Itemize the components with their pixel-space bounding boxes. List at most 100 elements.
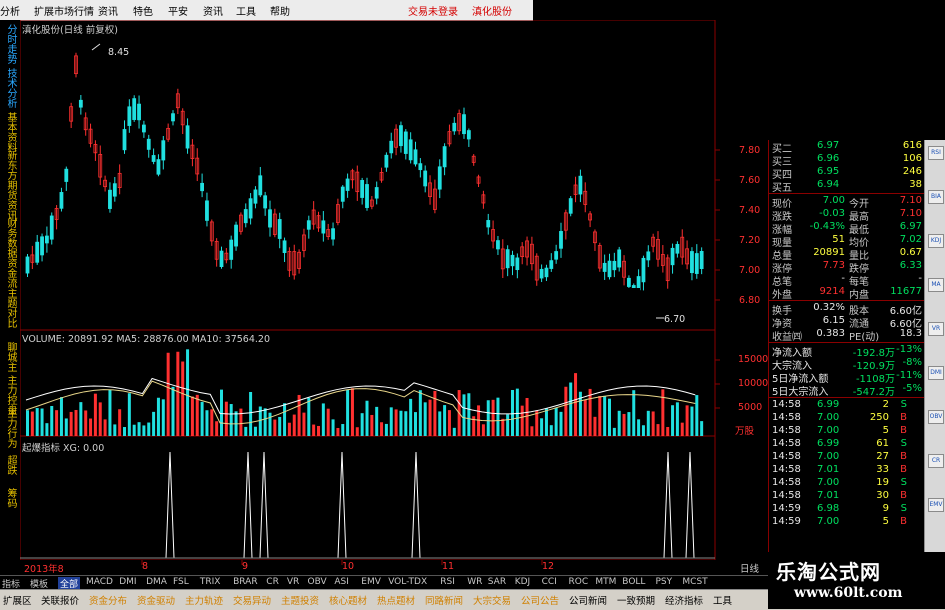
bottom-tab[interactable]: 关联报价 bbox=[41, 593, 79, 607]
bottom-tab[interactable]: 热点题材 bbox=[377, 593, 415, 607]
menu-item-info[interactable]: 资讯 bbox=[203, 3, 223, 18]
candlestick bbox=[263, 195, 268, 209]
toolbar-obv-icon[interactable]: OBV bbox=[928, 410, 944, 424]
volume-bar bbox=[520, 405, 524, 436]
menu-item-trade-login[interactable]: 交易未登录 bbox=[408, 3, 458, 18]
indicator-tab[interactable]: DMI bbox=[119, 577, 136, 587]
indicator-tab[interactable]: VR bbox=[287, 577, 299, 587]
stat-value: 6.15 bbox=[822, 315, 845, 326]
bottom-tab[interactable]: 交易异动 bbox=[233, 593, 271, 607]
volume-bar bbox=[384, 423, 388, 436]
indicator-tab[interactable]: CR bbox=[266, 577, 279, 587]
tick-price: 7.00 bbox=[817, 425, 840, 436]
left-tab-technical[interactable]: 技术分析 bbox=[4, 68, 16, 108]
indicator-tab[interactable]: ASI bbox=[334, 577, 349, 587]
bottom-tab[interactable]: 工具 bbox=[713, 593, 732, 607]
left-tab-lc[interactable]: 聊城主 bbox=[4, 342, 16, 372]
left-tab-futures[interactable]: 期货资讯 bbox=[4, 180, 16, 220]
indicator-tab[interactable]: VOL-TDX bbox=[388, 577, 427, 587]
candlestick bbox=[306, 220, 311, 230]
toolbar-vr-icon[interactable]: VR bbox=[928, 322, 944, 336]
menu-item-special[interactable]: 特色 bbox=[133, 3, 153, 18]
bottom-tab[interactable]: 公司公告 bbox=[521, 593, 559, 607]
stat-value: 7.10 bbox=[899, 195, 922, 206]
indicator-tab[interactable]: EMV bbox=[361, 577, 381, 587]
candlestick bbox=[282, 240, 287, 254]
tick-row: 14:58 7.00 250 B bbox=[769, 412, 925, 425]
bottom-tab[interactable]: 扩展区 bbox=[3, 593, 32, 607]
flow-label: 5日大宗流入 bbox=[772, 387, 829, 398]
left-tab-intraday[interactable]: 分时走势 bbox=[4, 24, 16, 64]
left-tab-financial[interactable]: 财务数据 bbox=[4, 218, 16, 258]
tick-time: 14:58 bbox=[772, 490, 801, 501]
candlestick bbox=[277, 219, 282, 239]
candlestick bbox=[59, 192, 64, 209]
toolbar-cr-icon[interactable]: CR bbox=[928, 454, 944, 468]
left-tab-new-oriental[interactable]: 新东方 bbox=[4, 150, 16, 180]
volume-bar bbox=[268, 412, 272, 436]
indicator-tab[interactable]: MCST bbox=[682, 577, 707, 587]
bottom-tab[interactable]: 大宗交易 bbox=[473, 593, 511, 607]
indicator-tab[interactable]: FSL bbox=[173, 577, 189, 587]
bottom-tab[interactable]: 核心题材 bbox=[329, 593, 367, 607]
bottom-tab[interactable]: 主题投资 bbox=[281, 593, 319, 607]
period-label: 日线 bbox=[740, 564, 760, 575]
menu-item-pingan[interactable]: 平安 bbox=[168, 3, 188, 18]
toolbar-ma-icon[interactable]: MA bbox=[928, 278, 944, 292]
bottom-tab[interactable]: 资金驱动 bbox=[137, 593, 175, 607]
bottom-tab[interactable]: 一致预期 bbox=[617, 593, 655, 607]
volume-bar bbox=[287, 422, 291, 436]
indicator-tab[interactable]: CCI bbox=[542, 577, 557, 587]
indicator-tab[interactable]: WR bbox=[467, 577, 482, 587]
left-tab-fundamentals[interactable]: 基本资料 bbox=[4, 112, 16, 152]
menu-item-stock-name[interactable]: 滇化股份 bbox=[472, 3, 512, 18]
indicator-tab[interactable]: BRAR bbox=[233, 577, 257, 587]
menu-item-extended-market[interactable]: 扩展市场行情 bbox=[34, 3, 94, 18]
indicator-tab[interactable]: SAR bbox=[488, 577, 506, 587]
tick-volume: 5 bbox=[882, 516, 889, 527]
indicator-tab[interactable]: TRIX bbox=[200, 577, 221, 587]
toolbar-dmi-icon[interactable]: DMI bbox=[928, 366, 944, 380]
indicator-tab[interactable]: RSI bbox=[440, 577, 455, 587]
volume-bar bbox=[253, 426, 257, 436]
toolbar-bia-icon[interactable]: BIA bbox=[928, 190, 944, 204]
tick-price: 7.00 bbox=[817, 477, 840, 488]
bottom-tab[interactable]: 公司新闻 bbox=[569, 593, 607, 607]
indicator-tab[interactable]: MACD bbox=[86, 577, 113, 587]
volume-bar bbox=[93, 393, 97, 436]
kline-chart-area[interactable]: 滇化股份(日线 前复权) VOLUME: 20891.92 MA5: 28876… bbox=[20, 20, 768, 575]
tick-direction: S bbox=[900, 399, 907, 410]
bottom-tab[interactable]: 同路新闻 bbox=[425, 593, 463, 607]
volume-bar bbox=[69, 411, 73, 436]
toolbar-emv-icon[interactable]: EMV bbox=[928, 498, 944, 512]
volume-bar bbox=[564, 386, 568, 436]
indicator-tab[interactable]: BOLL bbox=[622, 577, 645, 587]
indicator-tab[interactable]: MTM bbox=[595, 577, 616, 587]
menu-item-news[interactable]: 资讯 bbox=[98, 3, 118, 18]
left-tab-oversold[interactable]: 超跌 bbox=[4, 455, 16, 475]
bottom-tab[interactable]: 资金分布 bbox=[89, 593, 127, 607]
signal-spike bbox=[243, 451, 253, 559]
bottom-tab[interactable]: 经济指标 bbox=[665, 593, 703, 607]
left-tab-compare[interactable]: 主题对比 bbox=[4, 288, 16, 328]
bottom-tab[interactable]: 主力轨迹 bbox=[185, 593, 223, 607]
left-tab-capital-flow[interactable]: 资金流 bbox=[4, 258, 16, 288]
indicator-tab[interactable]: ROC bbox=[569, 577, 589, 587]
indicator-tab[interactable]: DMA bbox=[146, 577, 167, 587]
volume-bar bbox=[423, 402, 427, 436]
indicator-tab[interactable]: KDJ bbox=[515, 577, 531, 587]
tick-time: 14:58 bbox=[772, 451, 801, 462]
menu-item-tools[interactable]: 工具 bbox=[236, 3, 256, 18]
indicator-tab[interactable]: OBV bbox=[308, 577, 327, 587]
tick-price: 6.98 bbox=[817, 503, 840, 514]
volume-bar bbox=[317, 425, 320, 436]
menu-item-help[interactable]: 帮助 bbox=[270, 3, 290, 18]
toolbar-rsi-icon[interactable]: RSI bbox=[928, 146, 944, 160]
menu-item-analysis[interactable]: 分析 bbox=[0, 3, 20, 18]
indicator-tab[interactable]: PSY bbox=[656, 577, 673, 587]
left-tab-main-behavior[interactable]: 主力行为 bbox=[4, 408, 16, 448]
tick-volume: 2 bbox=[882, 399, 889, 410]
toolbar-kdj-icon[interactable]: KDJ bbox=[928, 234, 944, 248]
volume-bar bbox=[700, 421, 704, 436]
left-tab-chips[interactable]: 筹码 bbox=[4, 488, 16, 508]
